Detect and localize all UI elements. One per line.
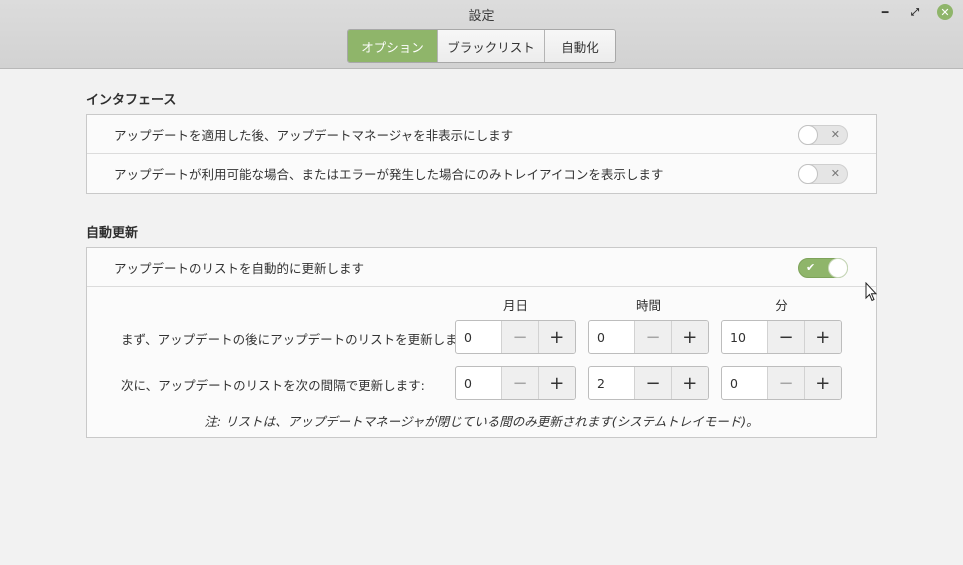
minus-icon[interactable]: − (635, 367, 672, 399)
interval-hours-spinner[interactable]: 2 − + (588, 366, 709, 400)
column-header-minutes: 分 (775, 298, 788, 313)
plus-icon[interactable]: + (671, 321, 708, 353)
minus-icon[interactable]: − (502, 367, 539, 399)
minus-icon[interactable]: − (502, 321, 539, 353)
interval-minutes-spinner[interactable]: 0 − + (721, 366, 842, 400)
close-icon[interactable]: ✕ (937, 4, 953, 20)
refresh-note: 注: リストは、アップデートマネージャが閉じている間のみ更新されます(システムト… (204, 414, 759, 429)
first-refresh-minutes-spinner[interactable]: 10 − + (721, 320, 842, 354)
column-header-hours: 時間 (635, 298, 661, 313)
minimize-icon[interactable]: ━ (877, 4, 893, 20)
interface-section-title: インタフェース (86, 93, 177, 108)
minus-icon[interactable]: − (768, 321, 805, 353)
plus-icon[interactable]: + (538, 367, 575, 399)
first-refresh-hours-spinner[interactable]: 0 − + (588, 320, 709, 354)
spinner-value[interactable]: 0 (722, 367, 769, 399)
plus-icon[interactable]: + (804, 321, 841, 353)
check-icon: ✔ (806, 261, 816, 274)
interface-box: アップデートを適用した後、アップデートマネージャを非表示にします ✕ アップデー… (86, 114, 877, 194)
auto-refresh-switch[interactable]: ✔ (798, 258, 848, 278)
minus-icon[interactable]: − (635, 321, 672, 353)
spinner-value[interactable]: 0 (456, 367, 503, 399)
hide-after-apply-switch[interactable]: ✕ (798, 125, 848, 145)
tab-automation[interactable]: 自動化 (544, 30, 615, 62)
spinner-value[interactable]: 10 (722, 321, 769, 353)
header-bar: 設定 ━ ⤢ ✕ オプション ブラックリスト 自動化 (0, 0, 963, 69)
plus-icon[interactable]: + (671, 367, 708, 399)
switch-knob (828, 258, 848, 278)
tab-bar: オプション ブラックリスト 自動化 (347, 29, 616, 63)
setting-label: アップデートが利用可能な場合、またはエラーが発生した場合にのみトレイアイコンを表… (114, 167, 664, 182)
spinner-value[interactable]: 2 (589, 367, 636, 399)
cross-icon: ✕ (830, 167, 840, 180)
setting-row-auto-refresh: アップデートのリストを自動的に更新します ✔ (87, 248, 876, 287)
interval-days-spinner[interactable]: 0 − + (455, 366, 576, 400)
spinner-value[interactable]: 0 (589, 321, 636, 353)
column-header-days: 月日 (502, 298, 528, 313)
auto-refresh-section-title: 自動更新 (86, 226, 139, 241)
mouse-cursor-icon (865, 282, 877, 302)
interval-refresh-label: 次に、アップデートのリストを次の間隔で更新します: (121, 378, 425, 393)
window-title: 設定 (468, 9, 495, 24)
tab-options[interactable]: オプション (348, 30, 437, 62)
plus-icon[interactable]: + (538, 321, 575, 353)
maximize-icon[interactable]: ⤢ (907, 4, 923, 20)
switch-knob (798, 164, 818, 184)
tray-icon-switch[interactable]: ✕ (798, 164, 848, 184)
first-refresh-label: まず、アップデートの後にアップデートのリストを更新します: (121, 332, 475, 347)
setting-row-tray-icon: アップデートが利用可能な場合、またはエラーが発生した場合にのみトレイアイコンを表… (87, 154, 876, 193)
refresh-interval-area: 月日 時間 分 まず、アップデートの後にアップデートのリストを更新します: 0 … (87, 287, 876, 437)
auto-refresh-box: アップデートのリストを自動的に更新します ✔ 月日 時間 分 まず、アップデート… (86, 247, 877, 438)
switch-knob (798, 125, 818, 145)
tab-blacklist[interactable]: ブラックリスト (437, 30, 544, 62)
first-refresh-days-spinner[interactable]: 0 − + (455, 320, 576, 354)
setting-row-hide-after-apply: アップデートを適用した後、アップデートマネージャを非表示にします ✕ (87, 115, 876, 154)
spinner-value[interactable]: 0 (456, 321, 503, 353)
setting-label: アップデートを適用した後、アップデートマネージャを非表示にします (114, 127, 514, 143)
cross-icon: ✕ (830, 128, 840, 141)
setting-label: アップデートのリストを自動的に更新します (114, 260, 365, 276)
minus-icon[interactable]: − (768, 367, 805, 399)
plus-icon[interactable]: + (804, 367, 841, 399)
